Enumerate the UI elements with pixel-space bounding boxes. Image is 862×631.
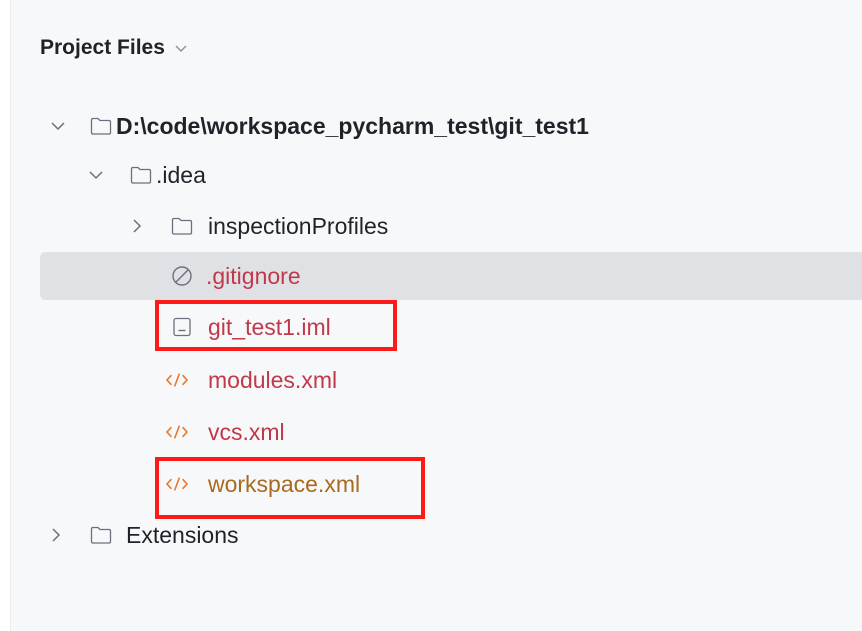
- xml-file-icon: [165, 425, 189, 439]
- chevron-right-icon[interactable]: [47, 526, 65, 544]
- tree-row-root[interactable]: D:\code\workspace_pycharm_test\git_test1: [40, 102, 862, 150]
- tree-label-modules-xml: modules.xml: [208, 367, 338, 393]
- chevron-down-icon: [175, 45, 187, 52]
- chevron-down-icon[interactable]: [49, 117, 67, 135]
- tree-label-root: D:\code\workspace_pycharm_test\git_test1: [116, 113, 589, 139]
- xml-file-icon: [165, 373, 189, 387]
- app-frame: Project Files D:\code\workspace_pycharm_…: [0, 0, 862, 631]
- tree-row-inspectionprofiles[interactable]: inspectionProfiles: [40, 202, 862, 250]
- highlight-box-workspace-xml: [155, 457, 425, 519]
- tree-row-idea[interactable]: .idea: [40, 151, 862, 199]
- project-files-header[interactable]: Project Files: [40, 32, 188, 64]
- chevron-down-icon[interactable]: [87, 166, 105, 184]
- folder-icon: [90, 526, 112, 544]
- tree-row-vcs-xml[interactable]: vcs.xml: [40, 408, 862, 456]
- chevron-right-icon[interactable]: [128, 217, 146, 235]
- tree-label-inspectionprofiles: inspectionProfiles: [208, 213, 389, 239]
- tree-label-gitignore: .gitignore: [206, 263, 301, 289]
- folder-icon: [171, 217, 193, 235]
- highlight-box-git-test1-iml: [155, 300, 397, 351]
- tree-label-vcs-xml: vcs.xml: [208, 419, 285, 445]
- ignored-file-icon: [172, 266, 192, 286]
- folder-icon: [130, 166, 152, 184]
- folder-icon: [90, 117, 112, 135]
- tree-row-modules-xml[interactable]: modules.xml: [40, 356, 862, 404]
- tree-label-idea: .idea: [156, 162, 206, 188]
- panel-title: Project Files: [40, 36, 165, 59]
- tree-row-gitignore[interactable]: .gitignore: [40, 252, 862, 300]
